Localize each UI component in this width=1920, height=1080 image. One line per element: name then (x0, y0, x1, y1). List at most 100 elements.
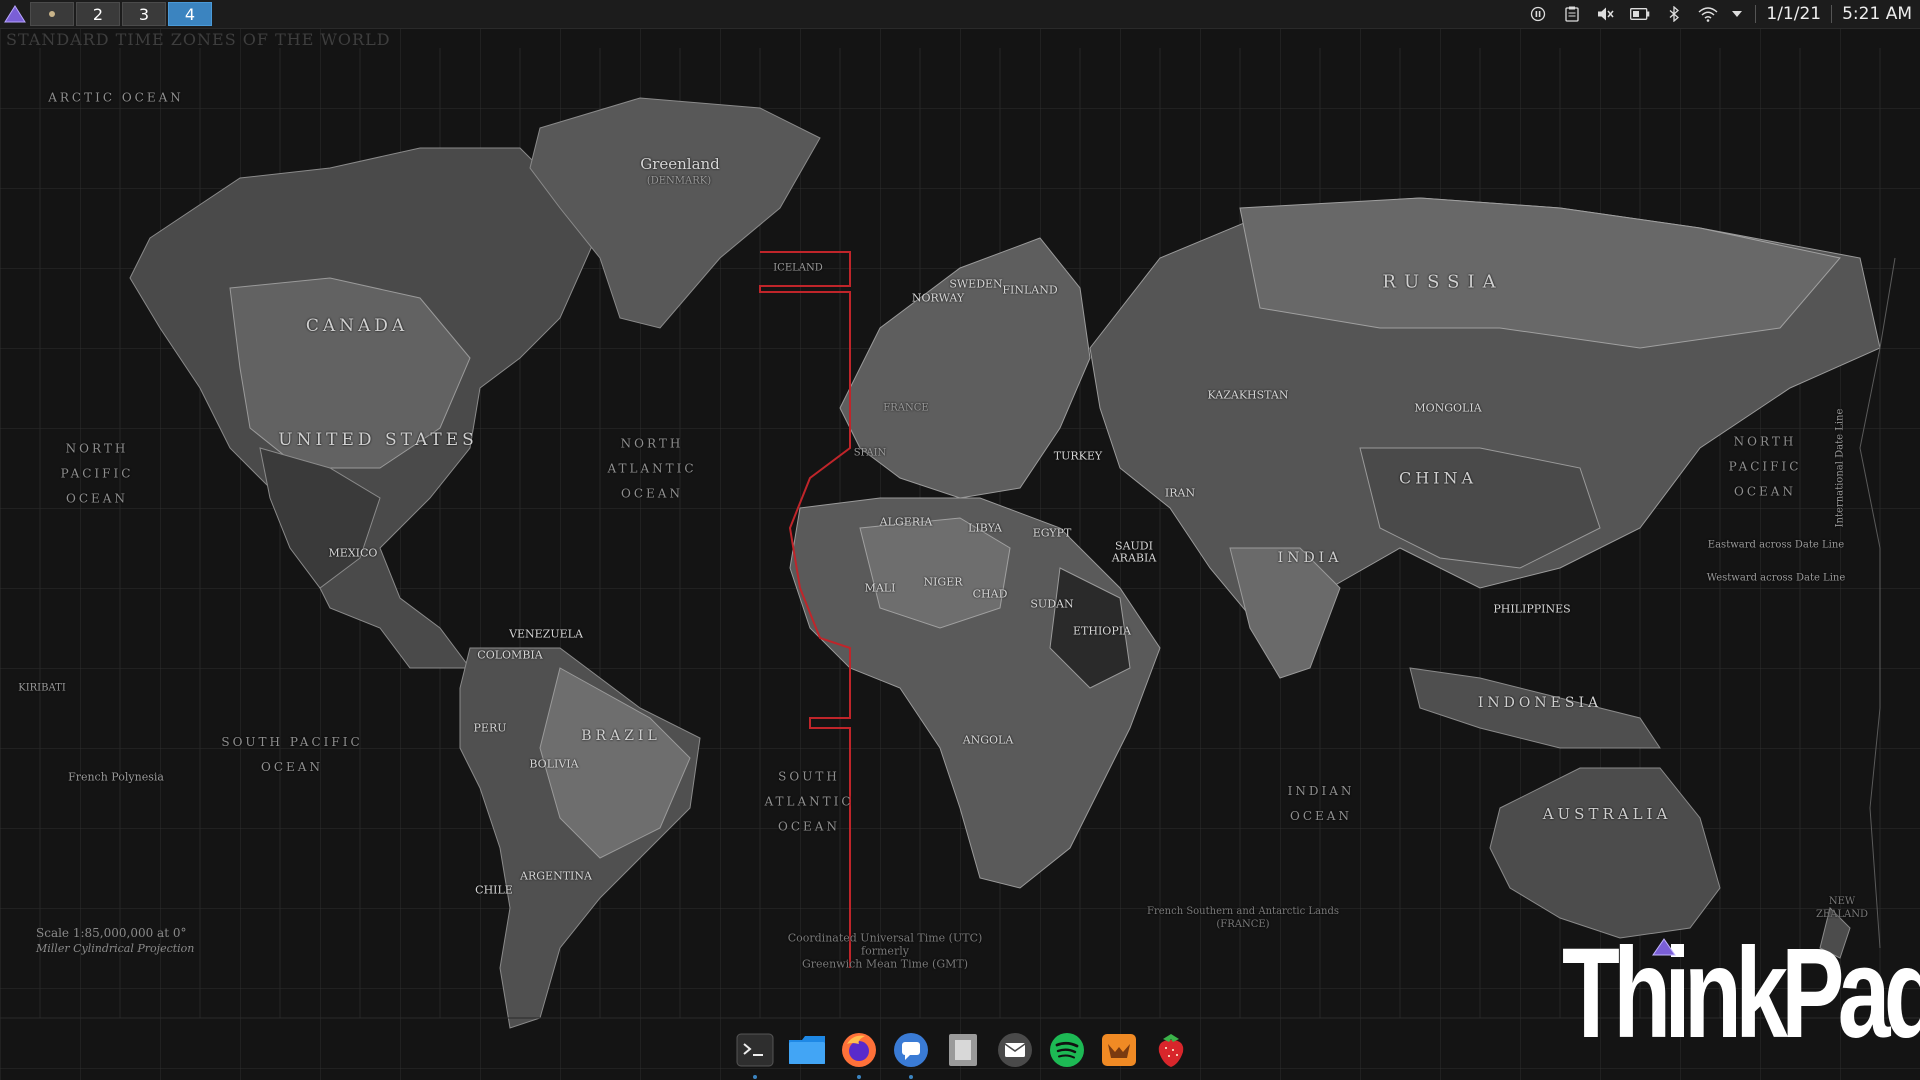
mail-icon (997, 1033, 1032, 1067)
label-mexico: MEXICO (328, 546, 378, 560)
logo-triangle-icon (1652, 938, 1676, 956)
dock-firefox-button[interactable] (836, 1028, 881, 1079)
running-indicator (908, 1074, 913, 1079)
label-chad: CHAD (972, 587, 1008, 601)
label-ethiopia: ETHIOPIA (1072, 624, 1132, 638)
dock (732, 1024, 1193, 1079)
dropdown-arrow-icon[interactable] (1725, 0, 1749, 28)
wifi-icon[interactable] (1691, 0, 1725, 28)
label-argentina: ARGENTINA (520, 869, 592, 883)
utc-note: Coordinated Universal Time (UTC) formerl… (787, 931, 983, 971)
label-united-states: UNITED STATES (278, 430, 478, 450)
label-venezuela: VENEZUELA (509, 627, 583, 641)
label-sweden: SWEDEN (949, 277, 1003, 291)
label-algeria: ALGERIA (879, 515, 933, 529)
clipboard-icon[interactable] (1555, 0, 1589, 28)
label-norway: NORWAY (911, 291, 965, 305)
label-finland: FINLAND (1002, 283, 1058, 297)
label-south-atlantic: SOUTH ATLANTIC OCEAN (764, 769, 854, 834)
label-kazakhstan: KAZAKHSTAN (1207, 388, 1289, 402)
dock-files-button[interactable] (784, 1028, 829, 1073)
projection-text: Miller Cylindrical Projection (36, 942, 195, 955)
battery-icon[interactable] (1623, 0, 1657, 28)
label-philippines: PHILIPPINES (1493, 602, 1571, 616)
app-launcher-button[interactable] (0, 0, 30, 28)
label-arabia: ARABIA (1111, 551, 1157, 565)
volume-muted-icon[interactable] (1589, 0, 1623, 28)
label-china: CHINA (1398, 468, 1478, 488)
top-panel: 2 3 4 1/1/21 5:21 AM (0, 0, 1920, 29)
label-kiribati: KIRIBATI (18, 682, 66, 694)
french-southern-label: French Southern and Antarctic Lands (FRA… (1147, 906, 1339, 930)
firefox-icon (841, 1033, 876, 1067)
label-north-pacific-east: NORTH PACIFIC OCEAN (1728, 434, 1802, 499)
label-north-pacific-west: NORTH PACIFIC OCEAN (60, 441, 134, 506)
system-tray: 1/1/21 5:21 AM (1521, 0, 1920, 28)
new-zealand-label: NEW ZEALAND (1815, 896, 1869, 920)
label-iceland: ICELAND (773, 262, 823, 274)
workspace-3-button[interactable]: 3 (122, 2, 166, 26)
workspace-window-icon (49, 11, 55, 17)
spotify-icon (1049, 1033, 1084, 1067)
label-niger: NIGER (923, 575, 963, 589)
label-libya: LIBYA (968, 521, 1002, 535)
dock-calendar-button[interactable] (1096, 1028, 1141, 1073)
terminal-icon (736, 1033, 773, 1067)
workspace-4-label: 4 (184, 4, 196, 24)
dock-spotify-button[interactable] (1044, 1028, 1089, 1073)
workspace-1-button[interactable] (30, 2, 74, 26)
workspace-2-label: 2 (92, 4, 104, 24)
folder-icon (788, 1036, 825, 1064)
workspace-2-button[interactable]: 2 (76, 2, 120, 26)
date-line-label: International Date Line (1834, 408, 1846, 528)
label-angola: ANGOLA (962, 733, 1014, 747)
eastward-label: Eastward across Date Line (1707, 539, 1845, 551)
archive-icon (948, 1034, 977, 1066)
label-indian-ocean: INDIAN OCEAN (1287, 784, 1355, 823)
label-brazil: BRAZIL (581, 728, 661, 744)
label-north-atlantic: NORTH ATLANTIC OCEAN (607, 436, 697, 501)
label-south-pacific: SOUTH PACIFIC OCEAN (221, 735, 363, 774)
strawberry-icon (1158, 1034, 1183, 1067)
map-scale: Scale 1:85,000,000 at 0° Miller Cylindri… (36, 926, 194, 956)
dock-terminal-button[interactable] (732, 1028, 777, 1079)
label-french-polynesia: French Polynesia (68, 770, 164, 784)
label-egypt: EGYPT (1032, 526, 1072, 540)
label-turkey: TURKEY (1053, 449, 1103, 463)
bluetooth-icon[interactable] (1657, 0, 1691, 28)
date-label[interactable]: 1/1/21 (1762, 4, 1825, 24)
label-bolivia: BOLIVIA (529, 757, 579, 771)
label-france: FRANCE (883, 402, 929, 414)
running-indicator (752, 1074, 757, 1079)
label-mongolia: MONGOLIA (1414, 401, 1482, 415)
dock-strawberry-button[interactable] (1148, 1028, 1193, 1073)
label-peru: PERU (473, 721, 507, 735)
label-arctic-ocean: ARCTIC OCEAN (48, 90, 184, 105)
dock-mail-button[interactable] (992, 1028, 1037, 1073)
label-colombia: COLOMBIA (477, 648, 543, 662)
map-title: STANDARD TIME ZONES OF THE WORLD (6, 30, 391, 49)
label-greenland-sub: (DENMARK) (646, 175, 712, 187)
thinkpad-logo: ThinkPad (1562, 922, 1920, 1065)
label-sudan: SUDAN (1030, 597, 1074, 611)
scale-text: Scale 1:85,000,000 at 0° (36, 926, 187, 940)
tray-separator (1831, 5, 1833, 23)
label-greenland: Greenland (640, 155, 720, 173)
workspace-4-button[interactable]: 4 (168, 2, 212, 26)
launcher-triangle-icon (4, 5, 26, 23)
label-australia: AUSTRALIA (1542, 805, 1672, 823)
clock-label[interactable]: 5:21 AM (1838, 4, 1920, 24)
label-india: INDIA (1277, 550, 1343, 566)
label-spain: SPAIN (853, 447, 887, 459)
chat-icon (893, 1033, 928, 1067)
running-indicator (856, 1074, 861, 1079)
calendar-icon (1101, 1034, 1136, 1066)
label-iran: IRAN (1164, 486, 1196, 500)
westward-label: Westward across Date Line (1706, 572, 1846, 584)
pause-icon[interactable] (1521, 0, 1555, 28)
dock-messages-button[interactable] (888, 1028, 933, 1079)
dock-archive-button[interactable] (940, 1028, 985, 1073)
workspace-3-label: 3 (138, 4, 150, 24)
tray-separator (1755, 5, 1757, 23)
label-russia: RUSSIA (1382, 271, 1504, 293)
